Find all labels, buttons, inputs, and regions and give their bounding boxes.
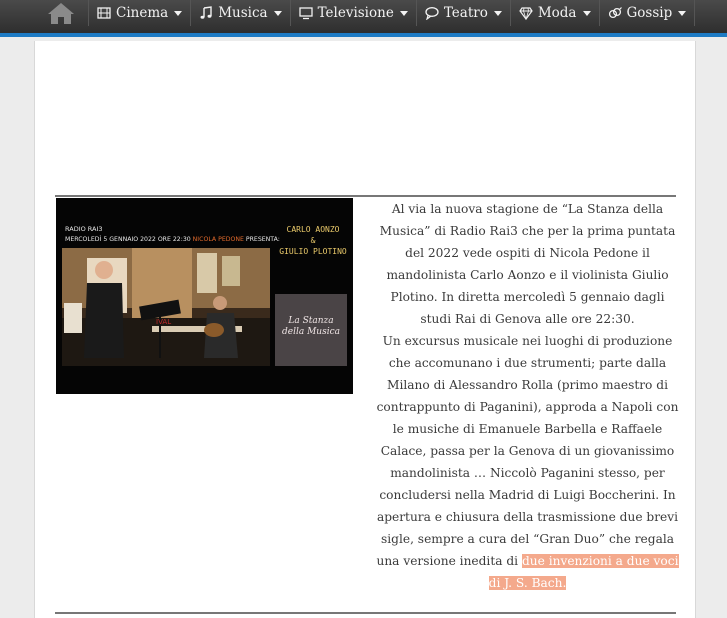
nav-label: Televisione — [317, 5, 394, 21]
article-thumbnail[interactable]: RADIO RAI3 MERCOLEDÌ 5 GENNAIO 2022 ORE … — [56, 198, 353, 394]
home-icon[interactable] — [46, 2, 76, 26]
diamond-icon — [519, 6, 533, 21]
artists-title: CARLO AONZO & GIULIO PLOTINO — [278, 224, 348, 257]
nav-label: Musica — [218, 5, 268, 21]
broadcast-date-line: MERCOLEDÌ 5 GENNAIO 2022 ORE 22:30 NICOL… — [65, 236, 280, 243]
speech-bubble-icon — [425, 6, 439, 21]
nav-item-teatro[interactable]: Teatro — [417, 0, 511, 26]
nav-label: Teatro — [443, 5, 488, 21]
nav-menu: Cinema Musica Televisione Teatro Moda Go… — [88, 0, 696, 26]
music-note-icon — [199, 6, 213, 20]
presents-text: PRESENTA: — [245, 236, 280, 243]
nav-item-gossip[interactable]: Gossip — [600, 0, 696, 26]
caret-down-icon — [399, 10, 408, 16]
nav-item-televisione[interactable]: Televisione — [291, 0, 417, 26]
tv-icon — [298, 6, 313, 20]
top-navbar: Cinema Musica Televisione Teatro Moda Go… — [0, 0, 727, 37]
artist-1: CARLO AONZO — [286, 225, 340, 234]
caret-down-icon — [493, 10, 502, 16]
caret-down-icon — [678, 10, 687, 16]
article-paragraph-1: Al via la nuova stagione de “La Stanza d… — [379, 202, 676, 326]
article-paragraph-2: Un excursus musicale nei luoghi di produ… — [376, 330, 679, 594]
host-name: NICOLA PEDONE — [192, 236, 244, 243]
top-divider — [55, 195, 676, 197]
nav-label: Gossip — [626, 5, 673, 21]
caret-down-icon — [273, 10, 282, 16]
nav-item-moda[interactable]: Moda — [511, 0, 600, 26]
gender-symbol-icon — [608, 6, 622, 20]
logo-text: La Stanza della Musica — [282, 316, 340, 337]
film-icon — [97, 6, 111, 20]
caret-down-icon — [174, 10, 183, 16]
article-text: Al via la nuova stagione de “La Stanza d… — [376, 198, 679, 594]
radio-label: RADIO RAI3 — [65, 225, 103, 233]
highlighted-text: due invenzioni a due voci di J. S. Bach. — [488, 554, 679, 590]
concert-photo — [62, 248, 270, 366]
nav-item-cinema[interactable]: Cinema — [88, 0, 192, 26]
nav-item-musica[interactable]: Musica — [191, 0, 291, 26]
bottom-divider — [55, 612, 676, 614]
article-card: RADIO RAI3 MERCOLEDÌ 5 GENNAIO 2022 ORE … — [34, 41, 696, 618]
stanza-musica-logo: La Stanza della Musica — [275, 294, 347, 366]
article-paragraph-2-text: Un excursus musicale nei luoghi di produ… — [376, 334, 679, 568]
broadcast-date: MERCOLEDÌ 5 GENNAIO 2022 ORE 22:30 — [65, 236, 191, 243]
artist-2: GIULIO PLOTINO — [279, 247, 347, 256]
artist-ampersand: & — [310, 236, 316, 245]
nav-label: Cinema — [116, 5, 169, 21]
caret-down-icon — [582, 10, 591, 16]
nav-label: Moda — [537, 5, 577, 21]
festival-watermark: IVAL — [156, 318, 172, 326]
